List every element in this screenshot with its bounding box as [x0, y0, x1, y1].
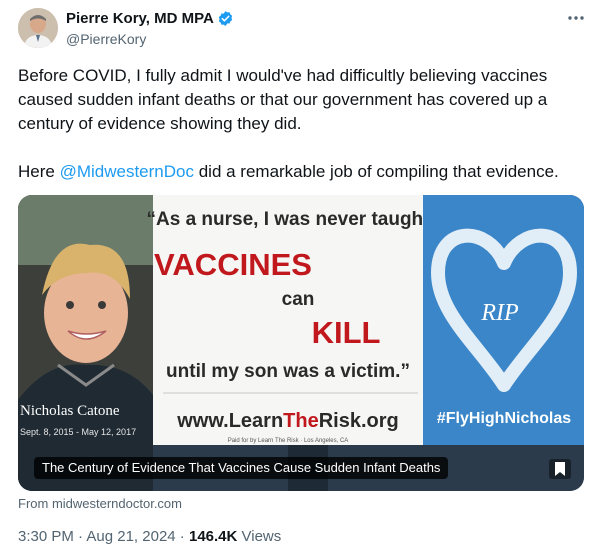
para2-prefix: Here	[18, 162, 60, 181]
billboard-url-suffix: Risk.org	[319, 410, 399, 432]
card-source[interactable]: From midwesterndoctor.com	[18, 496, 182, 511]
views-label: Views	[237, 528, 282, 545]
views-count: 146.4K	[188, 528, 238, 545]
tweet: Pierre Kory, MD MPA @PierreKory Before C…	[0, 0, 606, 553]
card-source-domain[interactable]: From midwesterndoctor.com	[18, 496, 182, 511]
tweet-date[interactable]: Aug 21, 2024	[86, 528, 175, 545]
card-image: Nicholas Catone Sept. 8, 2015 - May 12, …	[18, 195, 584, 491]
author-handle[interactable]: @PierreKory	[66, 31, 146, 47]
billboard-word-kill: KILL	[312, 315, 381, 350]
meta-separator-2: ·	[175, 528, 189, 545]
billboard-center-panel	[153, 195, 423, 445]
child-eye-right	[98, 301, 106, 309]
card-caption: The Century of Evidence That Vaccines Ca…	[34, 457, 449, 479]
tweet-paragraph-2: Here @MidwesternDoc did a remarkable job…	[18, 160, 590, 184]
billboard-url: www.LearnTheRisk.org	[176, 410, 399, 432]
avatar-image	[18, 8, 58, 48]
billboard-hashtag: #FlyHighNicholas	[437, 410, 571, 427]
author-name[interactable]: Pierre Kory, MD MPA	[66, 10, 214, 28]
billboard-quote-line1: “As a nurse, I was never taught	[147, 209, 431, 230]
bookmark-icon[interactable]	[547, 457, 573, 481]
tweet-text: Before COVID, I fully admit I would've h…	[18, 64, 590, 184]
tweet-paragraph-1: Before COVID, I fully admit I would've h…	[18, 66, 548, 133]
more-options-icon[interactable]	[564, 8, 588, 28]
billboard-dates: Sept. 8, 2015 - May 12, 2017	[20, 427, 136, 437]
billboard-word-vaccines: VACCINES	[154, 247, 312, 282]
billboard-url-middle: The	[283, 410, 319, 432]
billboard-paid-for: Paid for by Learn The Risk · Los Angeles…	[228, 438, 349, 444]
tweet-meta: 3:30 PM · Aug 21, 2024 · 146.4K Views	[18, 528, 281, 545]
para2-suffix: did a remarkable job of compiling that e…	[193, 162, 559, 181]
verified-badge-icon	[218, 11, 233, 26]
child-eye-left	[66, 301, 74, 309]
billboard-rip: RIP	[480, 300, 519, 326]
author-avatar[interactable]	[18, 8, 58, 48]
billboard-name: Nicholas Catone	[20, 403, 120, 419]
billboard-word-can: can	[282, 289, 315, 310]
billboard-url-prefix: www.Learn	[176, 410, 283, 432]
mention-link[interactable]: @MidwesternDoc	[60, 162, 194, 181]
more-options-glyph	[568, 16, 584, 20]
meta-separator: ·	[73, 528, 87, 545]
link-card[interactable]: Nicholas Catone Sept. 8, 2015 - May 12, …	[18, 195, 584, 491]
tweet-time[interactable]: 3:30 PM	[18, 528, 74, 545]
billboard-quote-end: until my son was a victim.”	[166, 361, 410, 382]
